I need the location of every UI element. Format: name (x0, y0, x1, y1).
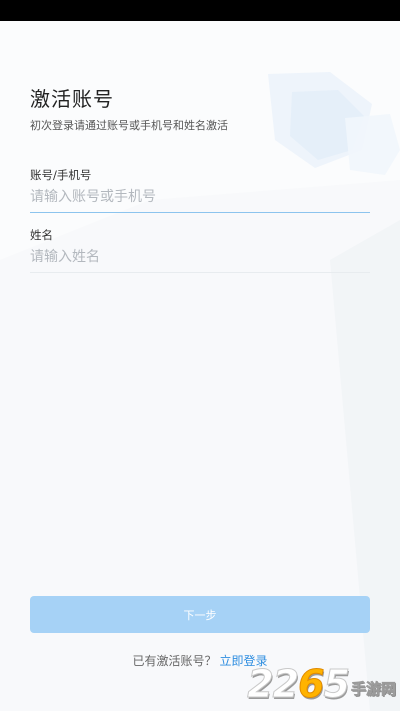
watermark-digit-6: 6 (298, 662, 325, 707)
name-input[interactable] (30, 244, 370, 270)
watermark-digit-5: 5 (323, 662, 350, 707)
next-step-button[interactable]: 下一步 (30, 596, 370, 633)
account-input[interactable] (30, 184, 370, 210)
account-field-label: 账号/手机号 (30, 168, 92, 182)
activate-account-page: 激活账号 初次登录请通过账号或手机号和姓名激活 账号/手机号 姓名 下一步 已有… (0, 0, 400, 711)
page-subtitle: 初次登录请通过账号或手机号和姓名激活 (30, 119, 228, 132)
page-title: 激活账号 (30, 87, 114, 111)
watermark-digits-22: 22 (247, 662, 300, 707)
name-field-label: 姓名 (30, 228, 53, 242)
watermark-logo-number: 2265 (247, 662, 351, 707)
status-bar (0, 0, 400, 21)
watermark-logo-text: 手游网 (350, 679, 397, 698)
site-watermark: 2265 手游网 (247, 660, 397, 708)
login-prompt-text: 已有激活账号？ (132, 654, 217, 668)
name-input-underline (30, 272, 370, 273)
account-input-underline (30, 212, 370, 213)
